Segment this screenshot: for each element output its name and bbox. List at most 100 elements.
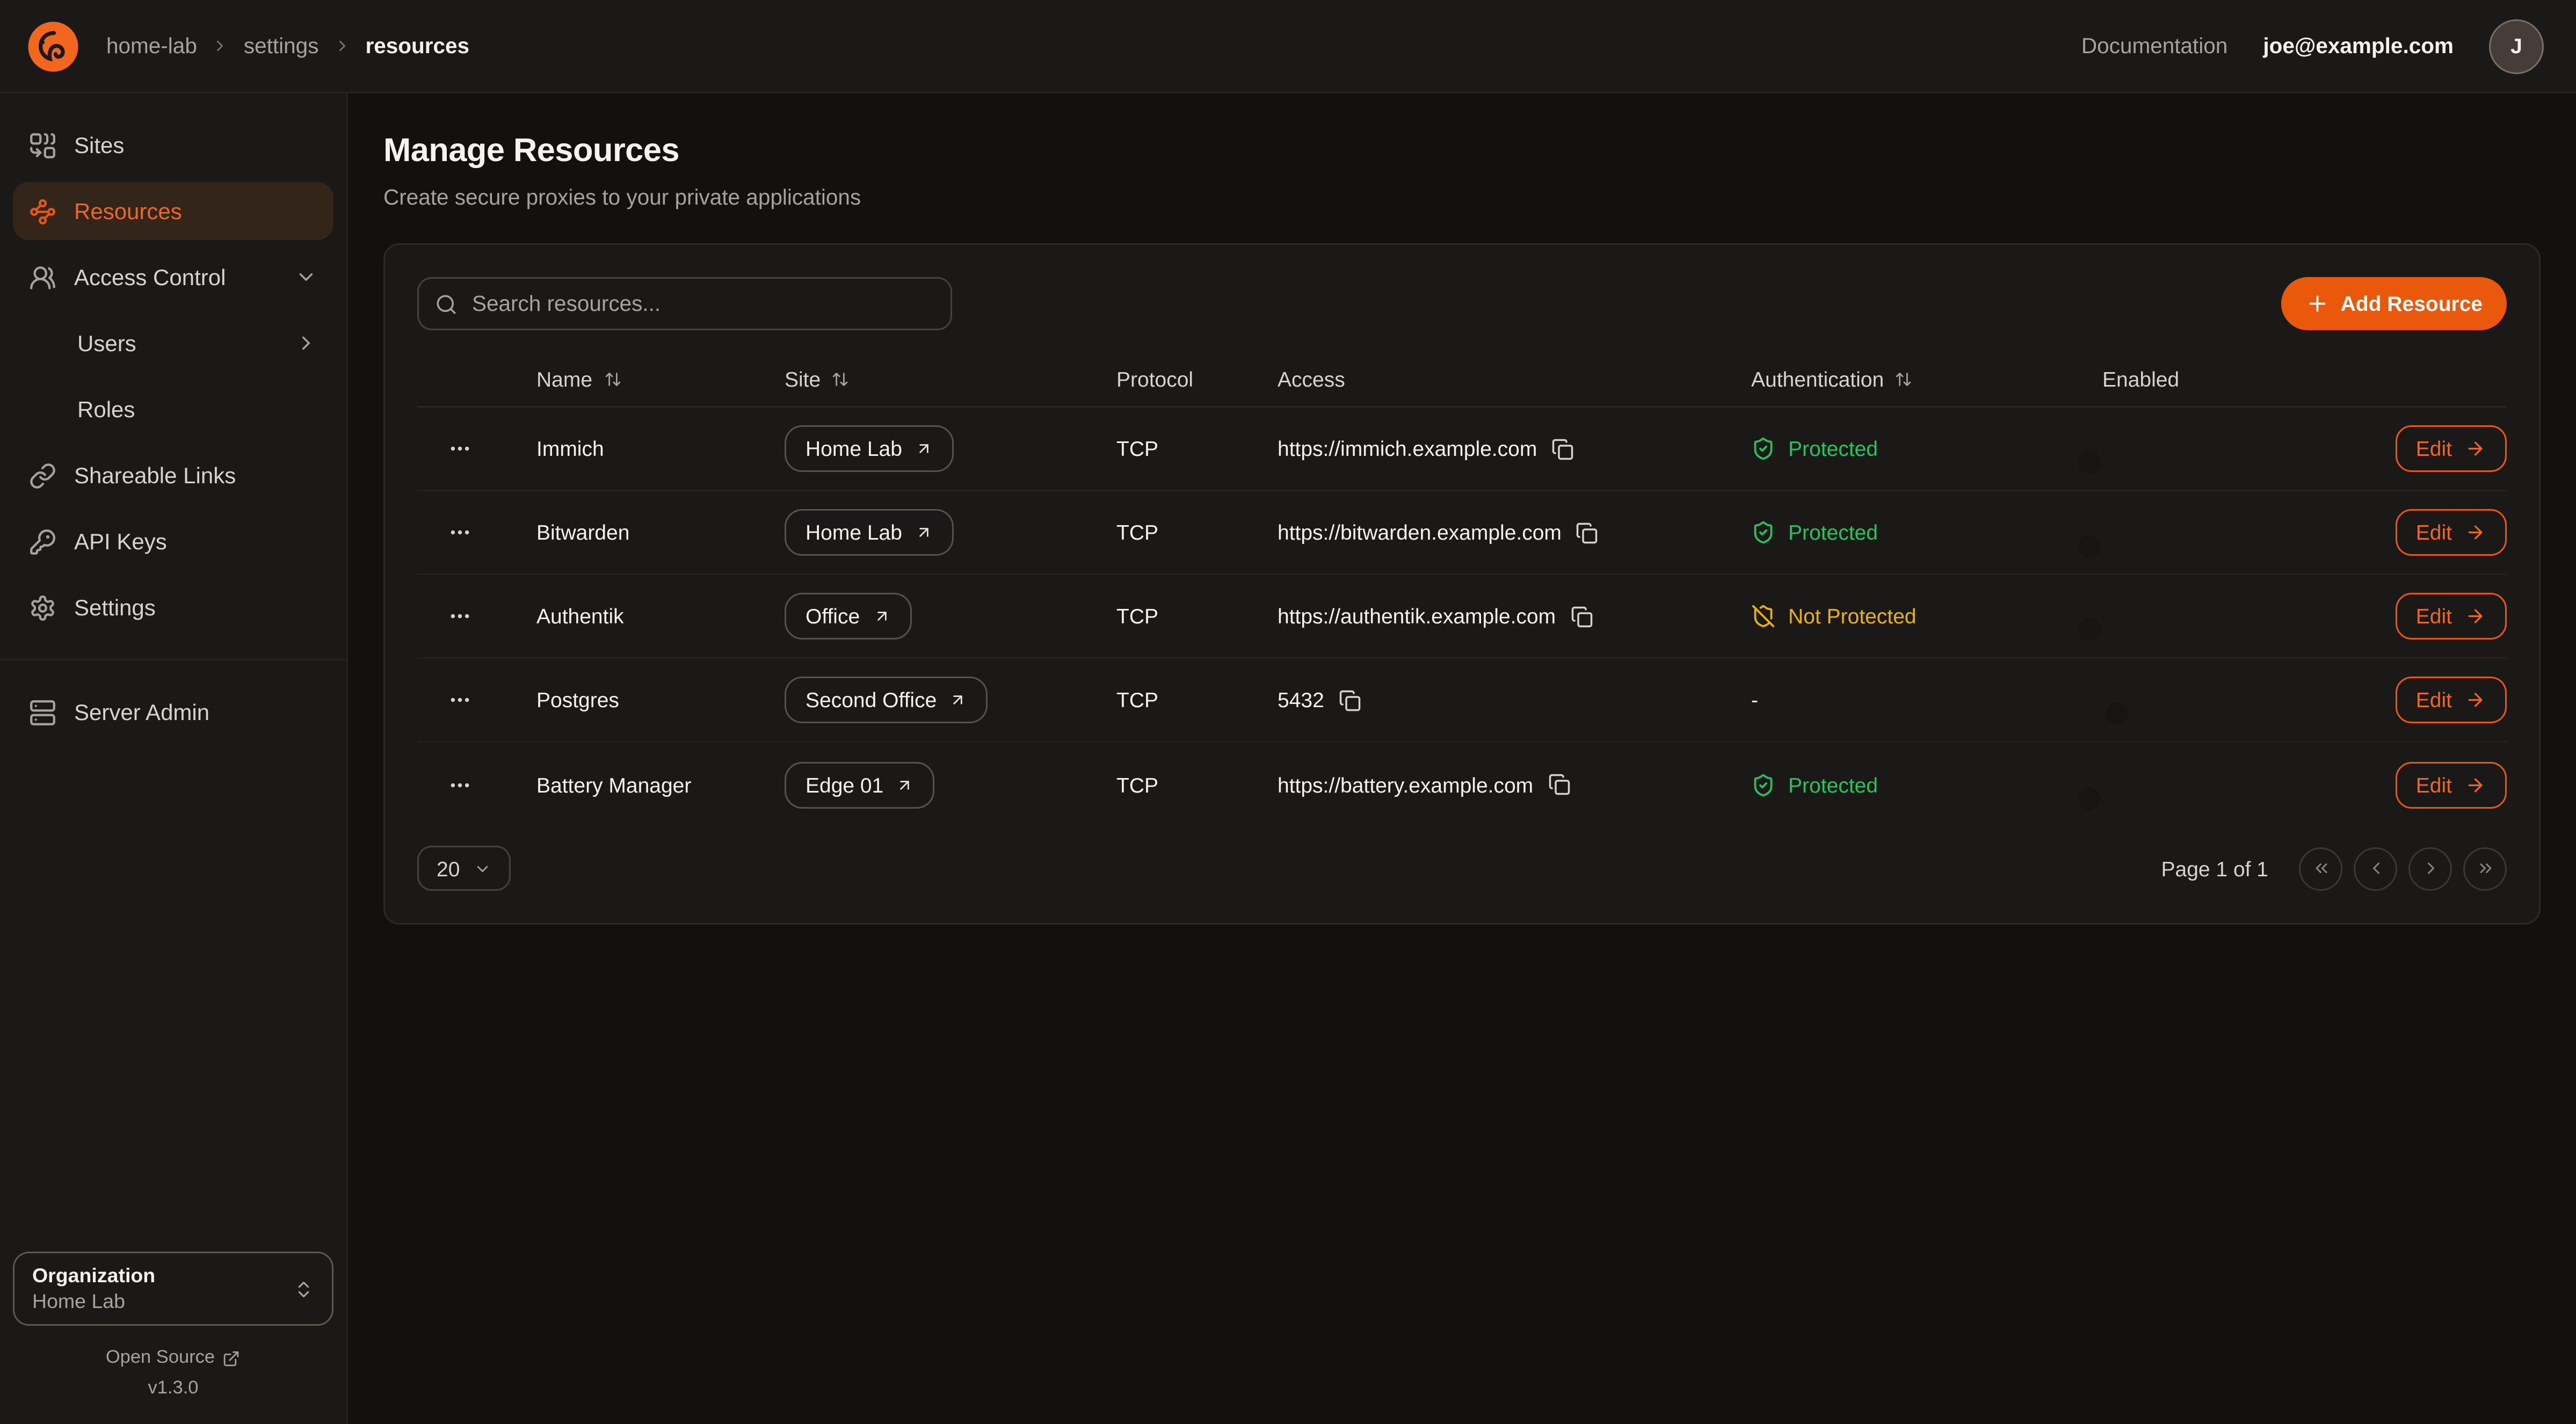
sidebar-divider	[0, 659, 346, 660]
sidebar-item-api-keys[interactable]: API Keys	[13, 512, 333, 570]
authentication-label: Protected	[1788, 437, 1878, 461]
organization-selector[interactable]: Organization Home Lab	[13, 1252, 333, 1326]
pager: Page 1 of 1	[2161, 847, 2507, 890]
site-link-button[interactable]: Office	[785, 593, 911, 640]
server-icon	[29, 699, 56, 726]
page-subtitle: Create secure proxies to your private ap…	[383, 185, 2541, 209]
breadcrumb-settings[interactable]: settings	[244, 34, 319, 58]
arrow-up-right-icon	[915, 524, 933, 541]
copy-icon[interactable]	[1551, 438, 1574, 460]
users-icon	[29, 264, 56, 291]
sites-icon	[29, 132, 56, 159]
toggle-knob	[2078, 451, 2100, 474]
sidebar-item-access-control[interactable]: Access Control	[13, 248, 333, 306]
site-link-button[interactable]: Second Office	[785, 677, 988, 723]
app-logo-icon[interactable]	[26, 19, 81, 74]
previous-page-button[interactable]	[2354, 847, 2397, 890]
access-value: 5432	[1278, 688, 1324, 712]
last-page-button[interactable]	[2463, 847, 2507, 890]
user-email[interactable]: joe@example.com	[2263, 34, 2454, 58]
sidebar-item-label: Users	[77, 330, 136, 356]
sidebar-item-sites[interactable]: Sites	[13, 116, 333, 174]
page-size-select[interactable]: 20	[417, 846, 511, 891]
resource-name: Authentik	[501, 604, 756, 628]
site-link-button[interactable]: Edge 01	[785, 761, 935, 808]
shell: Sites Resources Access Control Users Rol…	[0, 93, 2576, 1424]
ellipsis-icon	[447, 688, 471, 712]
header-name[interactable]: Name	[536, 367, 621, 391]
avatar[interactable]: J	[2489, 19, 2544, 74]
edit-button[interactable]: Edit	[2395, 425, 2507, 472]
sidebar-spacer	[13, 749, 333, 1252]
arrow-up-right-icon	[896, 776, 914, 794]
row-menu-button[interactable]	[440, 513, 478, 552]
page-status: Page 1 of 1	[2161, 856, 2269, 881]
sidebar-item-settings[interactable]: Settings	[13, 578, 333, 636]
header-enabled: Enabled	[2102, 367, 2179, 391]
ellipsis-icon	[447, 604, 471, 628]
open-source-link[interactable]: Open Source	[106, 1348, 241, 1368]
documentation-link[interactable]: Documentation	[2081, 34, 2227, 58]
copy-icon[interactable]	[1548, 773, 1570, 796]
site-name: Office	[806, 604, 860, 628]
add-resource-button[interactable]: Add Resource	[2281, 277, 2507, 330]
sidebar-item-shareable-links[interactable]: Shareable Links	[13, 446, 333, 504]
site-link-button[interactable]: Home Lab	[785, 509, 954, 556]
copy-icon[interactable]	[1576, 521, 1599, 544]
access-value: https://authentik.example.com	[1278, 604, 1556, 628]
chevrons-right-icon	[2476, 859, 2495, 878]
topbar-right: Documentation joe@example.com J	[2081, 19, 2544, 74]
table-row: Immich Home Lab TCP https://immich.examp…	[417, 408, 2507, 491]
edit-button[interactable]: Edit	[2395, 677, 2507, 723]
sidebar-footer: Open Source v1.3.0	[13, 1348, 333, 1398]
row-menu-button[interactable]	[440, 430, 478, 468]
row-menu-button[interactable]	[440, 597, 478, 636]
chevron-down-icon	[474, 860, 492, 877]
table-row: Authentik Office TCP https://authentik.e…	[417, 575, 2507, 659]
table-row: Postgres Second Office TCP 5432 - Edit	[417, 659, 2507, 743]
row-menu-button[interactable]	[440, 681, 478, 720]
open-source-label: Open Source	[106, 1348, 215, 1368]
site-link-button[interactable]: Home Lab	[785, 425, 954, 472]
external-link-icon	[223, 1349, 241, 1367]
resources-icon	[29, 198, 56, 225]
first-page-button[interactable]	[2299, 847, 2342, 890]
header-authentication[interactable]: Authentication	[1751, 367, 1913, 391]
search-wrap	[417, 277, 952, 330]
arrow-up-right-icon	[949, 691, 967, 709]
breadcrumb: home-lab settings resources	[106, 34, 469, 58]
protocol-value: TCP	[1078, 688, 1271, 712]
row-menu-button[interactable]	[440, 765, 478, 804]
copy-icon[interactable]	[1339, 689, 1361, 711]
site-name: Home Lab	[806, 437, 902, 461]
sort-icon	[832, 370, 850, 388]
sidebar-item-label: Shareable Links	[74, 462, 236, 488]
arrow-right-icon	[2465, 689, 2486, 710]
organization-label: Organization	[32, 1265, 155, 1287]
arrow-right-icon	[2465, 438, 2486, 459]
authentication-label: Protected	[1788, 520, 1878, 544]
table-body: Immich Home Lab TCP https://immich.examp…	[417, 408, 2507, 826]
arrow-up-right-icon	[873, 607, 890, 625]
chevron-left-icon	[2366, 859, 2385, 878]
sidebar-item-roles[interactable]: Roles	[13, 380, 333, 438]
header-site[interactable]: Site	[785, 367, 850, 391]
breadcrumb-org[interactable]: home-lab	[106, 34, 197, 58]
sidebar-item-server-admin[interactable]: Server Admin	[13, 683, 333, 741]
chevron-right-icon	[212, 37, 229, 55]
next-page-button[interactable]	[2408, 847, 2452, 890]
sidebar-item-label: Access Control	[74, 264, 226, 290]
sidebar-item-label: API Keys	[74, 528, 167, 554]
edit-button[interactable]: Edit	[2395, 761, 2507, 808]
search-input[interactable]	[417, 277, 952, 330]
edit-button[interactable]: Edit	[2395, 593, 2507, 640]
sidebar-item-resources[interactable]: Resources	[13, 182, 333, 240]
site-name: Edge 01	[806, 773, 883, 797]
sidebar-admin-nav: Server Admin	[13, 683, 333, 749]
edit-button[interactable]: Edit	[2395, 509, 2507, 556]
shield-check-icon	[1751, 437, 1775, 461]
authentication-label: -	[1751, 688, 1758, 712]
copy-icon[interactable]	[1570, 605, 1593, 628]
authentication-status: Not Protected	[1751, 604, 2067, 628]
sidebar-item-users[interactable]: Users	[13, 314, 333, 372]
